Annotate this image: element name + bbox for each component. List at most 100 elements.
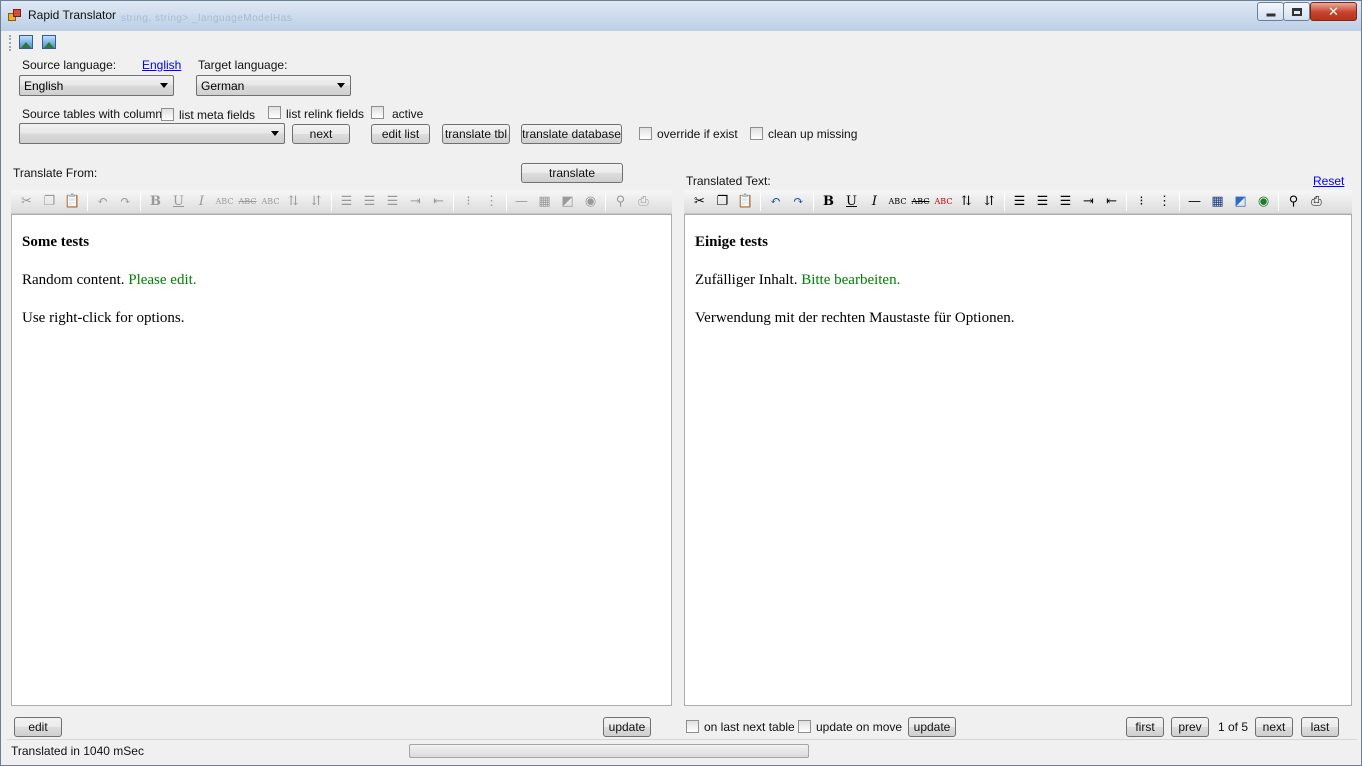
translate-button[interactable]: translate	[521, 163, 623, 183]
horizontal-rule-icon[interactable]: —	[1183, 192, 1206, 212]
next-button[interactable]: next	[1255, 717, 1293, 737]
numbered-list-icon[interactable]: ⋮	[1153, 192, 1176, 212]
link-icon[interactable]: ◉	[579, 192, 602, 212]
active-checkbox[interactable]	[371, 106, 384, 119]
source-tables-label: Source tables with column:	[22, 107, 166, 121]
list-meta-fields-checkbox[interactable]	[161, 108, 174, 121]
sort-desc-icon[interactable]: ⇵	[305, 192, 328, 212]
sort-desc-icon[interactable]: ⇵	[978, 192, 1001, 212]
paste-icon[interactable]: 📋	[734, 192, 757, 212]
progress-bar	[409, 744, 809, 758]
target-language-value: German	[201, 79, 245, 93]
align-center-icon[interactable]: ☰	[358, 192, 381, 212]
underline-icon[interactable]: U	[840, 192, 863, 212]
list-relink-fields-checkbox[interactable]	[268, 106, 281, 119]
maximize-icon	[1291, 7, 1302, 16]
toolstrip-grip[interactable]	[9, 35, 11, 51]
source-editor-toolbar: ✂ ❐ 📋 ↶ ↷ B U I ABC ABC ABC ⇅ ⇵ ☰ ☰ ☰ ⇥ …	[11, 190, 672, 214]
source-line-1-plain: Random content.	[22, 272, 125, 288]
align-left-icon[interactable]: ☰	[335, 192, 358, 212]
clean-up-missing-checkbox[interactable]	[750, 127, 763, 140]
update-source-button[interactable]: update	[603, 717, 651, 737]
indent-icon[interactable]: ⇥	[1077, 192, 1100, 212]
link-icon[interactable]: ◉	[1252, 192, 1275, 212]
source-tables-select[interactable]	[19, 123, 285, 144]
undo-icon[interactable]: ↶	[764, 192, 787, 212]
strikethrough2-icon[interactable]: ABC	[909, 192, 932, 212]
redo-icon[interactable]: ↷	[114, 192, 137, 212]
next-table-button[interactable]: next	[292, 124, 350, 144]
strikethrough2-icon[interactable]: ABC	[236, 192, 259, 212]
source-language-value: English	[24, 79, 64, 93]
table-icon[interactable]: ▦	[533, 192, 556, 212]
spellcheck-icon[interactable]: ABC	[932, 192, 955, 212]
horizontal-rule-icon[interactable]: —	[510, 192, 533, 212]
close-button[interactable]: ✕	[1310, 2, 1357, 21]
image-icon[interactable]: ◩	[1229, 192, 1252, 212]
bold-icon[interactable]: B	[144, 192, 167, 212]
minimize-button[interactable]	[1257, 2, 1284, 21]
cut-icon[interactable]: ✂	[688, 192, 711, 212]
source-language-select[interactable]: English	[19, 75, 174, 96]
find-icon[interactable]: ⚲	[1282, 192, 1305, 212]
target-language-select[interactable]: German	[196, 75, 351, 96]
target-editor[interactable]: Einige tests Zufälliger Inhalt. Bitte be…	[684, 214, 1352, 706]
underline-icon[interactable]: U	[167, 192, 190, 212]
align-right-icon[interactable]: ☰	[381, 192, 404, 212]
page-info: 1 of 5	[1218, 720, 1249, 734]
title-bar[interactable]: Rapid Translator string, string> _langua…	[1, 1, 1361, 31]
copy-icon[interactable]: ❐	[711, 192, 734, 212]
maximize-button[interactable]	[1283, 2, 1310, 21]
redo-icon[interactable]: ↷	[787, 192, 810, 212]
print-icon[interactable]: ⎙	[1305, 192, 1328, 212]
italic-icon[interactable]: I	[190, 192, 213, 212]
align-left-icon[interactable]: ☰	[1008, 192, 1031, 212]
chevron-down-icon	[271, 131, 279, 136]
update-on-move-label: update on move	[816, 720, 903, 734]
open-image-icon[interactable]	[19, 35, 35, 51]
list-meta-fields-label: list meta fields	[179, 108, 256, 122]
save-image-icon[interactable]	[42, 35, 58, 51]
translate-database-button[interactable]: translate database	[521, 124, 622, 144]
list-relink-fields-label: list relink fields	[286, 107, 365, 121]
print-icon[interactable]: ⎙	[632, 192, 655, 212]
align-right-icon[interactable]: ☰	[1054, 192, 1077, 212]
paste-icon[interactable]: 📋	[61, 192, 84, 212]
source-language-link[interactable]: English	[142, 58, 181, 72]
reset-link[interactable]: Reset	[1313, 174, 1344, 188]
source-editor[interactable]: Some tests Random content. Please edit. …	[11, 214, 672, 706]
indent-icon[interactable]: ⇥	[404, 192, 427, 212]
edit-list-button[interactable]: edit list	[371, 124, 430, 144]
update-target-button[interactable]: update	[908, 717, 956, 737]
copy-icon[interactable]: ❐	[38, 192, 61, 212]
strikethrough-icon[interactable]: ABC	[886, 192, 909, 212]
update-on-move-checkbox[interactable]	[798, 720, 811, 733]
table-icon[interactable]: ▦	[1206, 192, 1229, 212]
image-icon[interactable]: ◩	[556, 192, 579, 212]
sort-asc-icon[interactable]: ⇅	[282, 192, 305, 212]
override-if-exist-checkbox[interactable]	[639, 127, 652, 140]
outdent-icon[interactable]: ⇤	[427, 192, 450, 212]
override-if-exist-label: override if exist	[657, 127, 738, 141]
italic-icon[interactable]: I	[863, 192, 886, 212]
cut-icon[interactable]: ✂	[15, 192, 38, 212]
sort-asc-icon[interactable]: ⇅	[955, 192, 978, 212]
edit-button[interactable]: edit	[14, 717, 62, 737]
app-icon	[8, 9, 22, 21]
first-button[interactable]: first	[1126, 717, 1164, 737]
find-icon[interactable]: ⚲	[609, 192, 632, 212]
bold-icon[interactable]: B	[817, 192, 840, 212]
bullet-list-icon[interactable]: ⁝	[1130, 192, 1153, 212]
translate-tbl-button[interactable]: translate tbl	[442, 124, 510, 144]
strikethrough-icon[interactable]: ABC	[213, 192, 236, 212]
align-center-icon[interactable]: ☰	[1031, 192, 1054, 212]
last-button[interactable]: last	[1301, 717, 1339, 737]
window-title: Rapid Translator	[28, 8, 117, 22]
prev-button[interactable]: prev	[1171, 717, 1209, 737]
outdent-icon[interactable]: ⇤	[1100, 192, 1123, 212]
numbered-list-icon[interactable]: ⋮	[480, 192, 503, 212]
spellcheck-icon[interactable]: ABC	[259, 192, 282, 212]
undo-icon[interactable]: ↶	[91, 192, 114, 212]
bullet-list-icon[interactable]: ⁝	[457, 192, 480, 212]
on-last-next-table-checkbox[interactable]	[686, 720, 699, 733]
